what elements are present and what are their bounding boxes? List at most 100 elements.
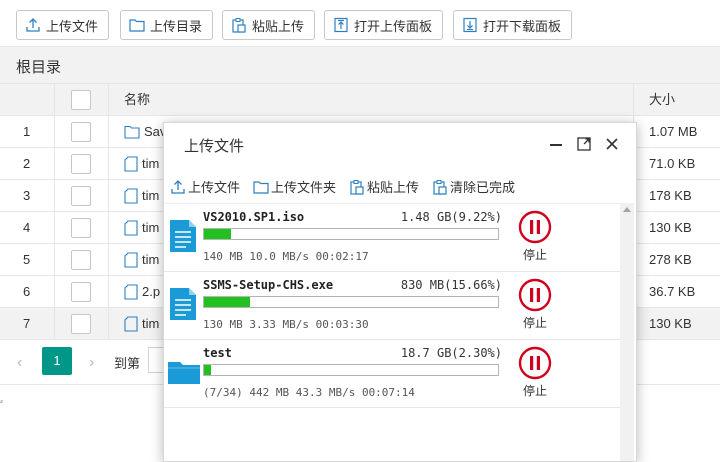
column-header-size[interactable]: 大小 xyxy=(649,84,675,115)
column-header-name[interactable]: 名称 xyxy=(124,84,150,115)
row-index: 7 xyxy=(23,316,31,331)
file-name[interactable]: tim xyxy=(124,244,159,275)
dialog-toolbar: 上传文件 上传文件夹 粘贴上传 清除已完成 xyxy=(164,173,636,201)
goto-label: 到第 xyxy=(114,356,141,371)
upload-file-name: VS2010.SP1.iso xyxy=(203,210,305,224)
dialog-scrollbar[interactable] xyxy=(620,203,634,461)
file-name[interactable]: Sav xyxy=(124,116,166,147)
row-index: 2 xyxy=(23,156,31,171)
dialog-clear-done-button[interactable]: 清除已完成 xyxy=(432,177,515,196)
upload-dialog: 上传文件 上传文件 上传文件夹 粘贴上传 清除已完成 VS2010.SP1.is… xyxy=(163,122,637,462)
file-icon xyxy=(124,187,138,204)
upload-status: (7/34) 442 MB 43.3 MB/s 00:07:14 xyxy=(203,386,415,399)
main-toolbar: 上传文件 上传目录 粘贴上传 打开上传面板 打开下载面板 xyxy=(0,0,720,46)
row-index: 3 xyxy=(23,188,31,203)
upload-file-name: test xyxy=(203,346,232,360)
upload-progress-bar xyxy=(203,228,499,240)
dialog-upload-folder-button[interactable]: 上传文件夹 xyxy=(253,177,336,196)
upload-file-size: 830 MB(15.66%) xyxy=(400,278,502,292)
file-name[interactable]: tim xyxy=(124,212,159,243)
upload-list: VS2010.SP1.iso 1.48 GB(9.22%) 140 MB 10.… xyxy=(164,203,620,462)
dialog-title: 上传文件 xyxy=(184,138,245,155)
row-checkbox[interactable] xyxy=(71,282,91,302)
upload-status: 140 MB 10.0 MB/s 00:02:17 xyxy=(203,250,369,263)
stop-label: 停止 xyxy=(522,384,547,398)
row-checkbox[interactable] xyxy=(71,218,91,238)
file-size: 178 KB xyxy=(649,188,692,203)
paste-upload-button[interactable]: 粘贴上传 xyxy=(222,10,316,40)
stop-button[interactable]: 停止 xyxy=(517,210,553,263)
folder-icon xyxy=(129,19,145,32)
upload-progress-bar xyxy=(203,364,499,376)
clipboard-icon xyxy=(350,179,364,195)
resize-handle-icon[interactable]: ⸗ xyxy=(0,396,3,406)
open-download-panel-label: 打开下载面板 xyxy=(483,18,562,34)
clipboard-icon xyxy=(232,18,246,33)
upload-status: 130 MB 3.33 MB/s 00:03:30 xyxy=(203,318,369,331)
select-all-checkbox[interactable] xyxy=(71,90,91,110)
paste-upload-label: 粘贴上传 xyxy=(252,18,305,34)
upload-file-button[interactable]: 上传文件 xyxy=(16,10,110,40)
upload-file-size: 1.48 GB(9.22%) xyxy=(400,210,502,224)
stop-label: 停止 xyxy=(522,316,547,330)
current-page[interactable]: 1 xyxy=(42,347,72,375)
open-upload-panel-label: 打开上传面板 xyxy=(354,18,433,34)
file-size: 36.7 KB xyxy=(649,284,696,299)
file-name[interactable]: tim xyxy=(124,308,159,339)
row-index: 4 xyxy=(23,220,31,235)
upload-item: test 18.7 GB(2.30%) (7/34) 442 MB 43.3 M… xyxy=(164,340,620,408)
folder-icon xyxy=(168,362,200,384)
file-icon xyxy=(124,251,138,268)
upload-file-size: 18.7 GB(2.30%) xyxy=(400,346,502,360)
dialog-paste-upload-button[interactable]: 粘贴上传 xyxy=(349,177,419,196)
file-size: 130 KB xyxy=(649,316,692,331)
file-icon xyxy=(124,155,138,172)
document-icon xyxy=(170,288,196,320)
upload-panel-icon xyxy=(334,17,348,33)
maximize-icon[interactable] xyxy=(576,136,592,152)
stop-button[interactable]: 停止 xyxy=(517,346,553,399)
upload-item: VS2010.SP1.iso 1.48 GB(9.22%) 140 MB 10.… xyxy=(164,204,620,272)
row-checkbox[interactable] xyxy=(71,154,91,174)
next-page-icon[interactable]: › xyxy=(89,354,94,372)
document-icon xyxy=(170,220,196,252)
clipboard-icon xyxy=(433,179,447,195)
upload-dir-label: 上传目录 xyxy=(150,18,203,34)
minimize-icon[interactable] xyxy=(548,136,564,152)
open-upload-panel-button[interactable]: 打开上传面板 xyxy=(324,10,444,40)
upload-icon xyxy=(26,18,40,32)
scroll-up-icon[interactable] xyxy=(623,207,631,212)
row-checkbox[interactable] xyxy=(71,186,91,206)
upload-icon xyxy=(171,179,185,194)
breadcrumb-root[interactable]: 根目录 xyxy=(16,56,61,77)
row-index: 1 xyxy=(23,124,31,139)
dialog-upload-file-button[interactable]: 上传文件 xyxy=(170,177,240,196)
file-icon xyxy=(124,219,138,236)
upload-file-name: SSMS-Setup-CHS.exe xyxy=(203,278,334,292)
file-size: 278 KB xyxy=(649,252,692,267)
file-icon xyxy=(124,315,138,332)
prev-page-icon[interactable]: ‹ xyxy=(17,354,22,372)
upload-progress-bar xyxy=(203,296,499,308)
file-size: 130 KB xyxy=(649,220,692,235)
stop-button[interactable]: 停止 xyxy=(517,278,553,331)
file-name[interactable]: tim xyxy=(124,180,159,211)
folder-icon xyxy=(253,180,269,194)
row-checkbox[interactable] xyxy=(71,250,91,270)
close-icon[interactable] xyxy=(604,136,620,152)
folder-icon xyxy=(124,125,140,139)
row-index: 5 xyxy=(23,252,31,267)
file-size: 71.0 KB xyxy=(649,156,696,171)
row-checkbox[interactable] xyxy=(71,314,91,334)
file-icon xyxy=(124,283,138,300)
pause-icon xyxy=(518,346,552,380)
row-checkbox[interactable] xyxy=(71,122,91,142)
open-download-panel-button[interactable]: 打开下载面板 xyxy=(453,10,573,40)
file-size: 1.07 MB xyxy=(649,124,698,139)
upload-item: SSMS-Setup-CHS.exe 830 MB(15.66%) 130 MB… xyxy=(164,272,620,340)
file-name[interactable]: 2.p xyxy=(124,276,160,307)
upload-file-label: 上传文件 xyxy=(46,18,99,34)
file-name[interactable]: tim xyxy=(124,148,159,179)
upload-dir-button[interactable]: 上传目录 xyxy=(120,10,214,40)
stop-label: 停止 xyxy=(522,248,547,262)
